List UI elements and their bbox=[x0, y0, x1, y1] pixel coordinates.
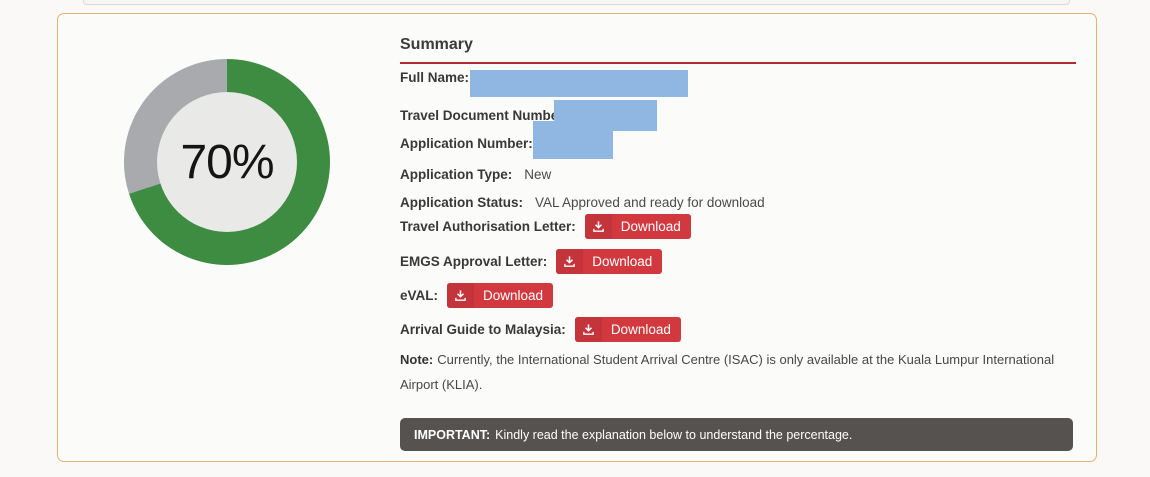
row-arrival-guide: Arrival Guide to Malaysia: Download bbox=[400, 317, 681, 342]
download-icon bbox=[447, 283, 474, 308]
download-arrival-guide-button[interactable]: Download bbox=[575, 317, 681, 342]
application-summary-page: 70% Summary Full Name: Travel Document N… bbox=[0, 0, 1150, 477]
previous-section-edge bbox=[83, 0, 1070, 5]
row-eval: eVAL: Download bbox=[400, 283, 553, 308]
application-type-label: Application Type: bbox=[400, 167, 512, 182]
important-banner-text: Kindly read the explanation below to und… bbox=[495, 428, 852, 442]
download-button-label: Download bbox=[612, 214, 691, 239]
progress-donut-hole: 70% bbox=[157, 92, 297, 232]
isac-note: Note:Currently, the International Studen… bbox=[400, 347, 1090, 397]
eval-label: eVAL: bbox=[400, 288, 438, 303]
row-travel-authorisation-letter: Travel Authorisation Letter: Download bbox=[400, 214, 691, 239]
download-eval-button[interactable]: Download bbox=[447, 283, 553, 308]
summary-title: Summary bbox=[400, 36, 473, 54]
note-label: Note: bbox=[400, 352, 433, 367]
important-banner-label: IMPORTANT: bbox=[414, 428, 490, 442]
download-icon bbox=[585, 214, 612, 239]
emgs-approval-letter-label: EMGS Approval Letter: bbox=[400, 254, 547, 269]
download-emgs-approval-letter-button[interactable]: Download bbox=[556, 249, 662, 274]
field-application-type: Application Type: New bbox=[400, 161, 551, 187]
field-application-number: Application Number: bbox=[400, 130, 533, 156]
application-status-label: Application Status: bbox=[400, 195, 523, 210]
redaction-box bbox=[470, 70, 688, 97]
application-status-value: VAL Approved and ready for download bbox=[535, 195, 765, 210]
field-full-name: Full Name: bbox=[400, 64, 469, 90]
important-banner: IMPORTANT: Kindly read the explanation be… bbox=[400, 418, 1073, 451]
download-icon bbox=[575, 317, 602, 342]
travel-authorisation-letter-label: Travel Authorisation Letter: bbox=[400, 219, 576, 234]
full-name-label: Full Name: bbox=[400, 70, 469, 85]
note-text: Currently, the International Student Arr… bbox=[400, 352, 1054, 392]
field-application-status: Application Status: VAL Approved and rea… bbox=[400, 189, 765, 215]
download-icon bbox=[556, 249, 583, 274]
download-button-label: Download bbox=[583, 249, 662, 274]
download-button-label: Download bbox=[602, 317, 681, 342]
progress-donut: 70% bbox=[124, 59, 330, 265]
summary-title-rule bbox=[400, 62, 1076, 64]
row-emgs-approval-letter: EMGS Approval Letter: Download bbox=[400, 249, 662, 274]
arrival-guide-label: Arrival Guide to Malaysia: bbox=[400, 322, 566, 337]
application-type-value: New bbox=[524, 167, 551, 182]
progress-percent-label: 70% bbox=[180, 135, 273, 190]
download-travel-authorisation-letter-button[interactable]: Download bbox=[585, 214, 691, 239]
redaction-box bbox=[533, 121, 613, 159]
download-button-label: Download bbox=[474, 283, 553, 308]
application-number-label: Application Number: bbox=[400, 136, 533, 151]
